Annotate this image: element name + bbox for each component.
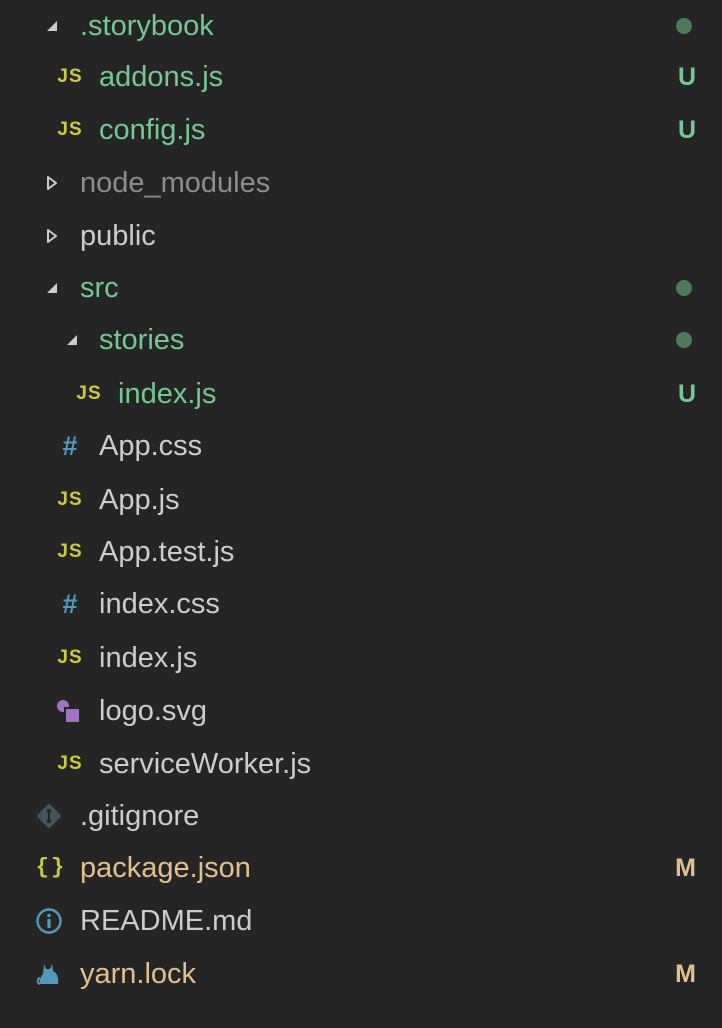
- tree-item-label: config.js: [99, 114, 206, 146]
- yarn-cat-icon: [35, 948, 63, 1000]
- json-braces-icon: {}: [35, 855, 67, 880]
- git-status-badge: U: [677, 63, 696, 91]
- tree-item-label: package.json: [80, 852, 251, 884]
- tree-item-label: index.js: [99, 642, 198, 674]
- tree-item-label: node_modules: [80, 167, 271, 199]
- tree-item-label: .storybook: [80, 10, 214, 42]
- tree-item-index-css[interactable]: # index.css: [0, 578, 722, 630]
- tree-item-label: App.test.js: [99, 536, 235, 568]
- chevron-right-icon[interactable]: [44, 157, 60, 209]
- tree-item-readme-md[interactable]: README.md: [0, 895, 722, 947]
- tree-item-config-js[interactable]: JS config.js U: [0, 104, 722, 156]
- tree-item-app-test-js[interactable]: JS App.test.js: [0, 526, 722, 578]
- tree-item-label: index.css: [99, 588, 220, 620]
- tree-item-serviceworker-js[interactable]: JS serviceWorker.js: [0, 738, 722, 790]
- git-icon: [35, 790, 63, 842]
- js-icon: JS: [57, 119, 83, 140]
- tree-item-app-css[interactable]: # App.css: [0, 420, 722, 472]
- js-icon: JS: [57, 541, 83, 562]
- tree-item-logo-svg[interactable]: logo.svg: [0, 685, 722, 737]
- tree-item-label: .gitignore: [80, 800, 200, 832]
- tree-item-index-js[interactable]: JS index.js: [0, 632, 722, 684]
- tree-item-label: addons.js: [99, 61, 224, 93]
- tree-item-label: stories: [99, 324, 185, 356]
- tree-item-src-folder[interactable]: src: [0, 262, 722, 314]
- tree-item-stories-folder[interactable]: stories: [0, 314, 722, 366]
- tree-item-label: serviceWorker.js: [99, 748, 312, 780]
- tree-item-label: index.js: [118, 378, 217, 410]
- chevron-down-icon[interactable]: [44, 0, 60, 52]
- status-dot: [676, 314, 692, 366]
- chevron-right-icon[interactable]: [44, 210, 60, 262]
- tree-item-label: App.js: [99, 484, 180, 516]
- git-status-badge: U: [677, 380, 696, 408]
- tree-item-stories-index-js[interactable]: JS index.js U: [0, 368, 722, 420]
- js-icon: JS: [76, 383, 102, 404]
- file-explorer-tree: .storybook JS addons.js U JS config.js U…: [0, 0, 722, 1028]
- tree-item-addons-js[interactable]: JS addons.js U: [0, 51, 722, 103]
- chevron-down-icon[interactable]: [44, 262, 60, 314]
- tree-item-node-modules-folder[interactable]: node_modules: [0, 157, 722, 209]
- tree-item-app-js[interactable]: JS App.js: [0, 474, 722, 526]
- tree-item-label: src: [80, 272, 119, 304]
- tree-item-yarn-lock[interactable]: yarn.lock M: [0, 948, 722, 1000]
- tree-item-gitignore[interactable]: .gitignore: [0, 790, 722, 842]
- git-status-badge: M: [675, 960, 696, 988]
- tree-item-label: App.css: [99, 430, 203, 462]
- js-icon: JS: [57, 753, 83, 774]
- css-hash-icon: #: [62, 589, 78, 619]
- tree-item-storybook-folder[interactable]: .storybook: [0, 0, 722, 52]
- tree-item-label: logo.svg: [99, 695, 208, 727]
- tree-item-label: README.md: [80, 905, 253, 937]
- tree-item-label: public: [80, 220, 156, 252]
- tree-item-label: yarn.lock: [80, 958, 197, 990]
- status-dot: [676, 0, 692, 52]
- css-hash-icon: #: [62, 431, 78, 461]
- chevron-down-icon[interactable]: [64, 314, 80, 366]
- info-icon: [35, 895, 63, 947]
- tree-item-package-json[interactable]: {} package.json M: [0, 842, 722, 894]
- git-status-badge: M: [675, 854, 696, 882]
- js-icon: JS: [57, 489, 83, 510]
- svg-shapes-icon: [55, 685, 83, 737]
- tree-item-public-folder[interactable]: public: [0, 210, 722, 262]
- js-icon: JS: [57, 66, 83, 87]
- status-dot: [676, 262, 692, 314]
- js-icon: JS: [57, 647, 83, 668]
- git-status-badge: U: [677, 116, 696, 144]
